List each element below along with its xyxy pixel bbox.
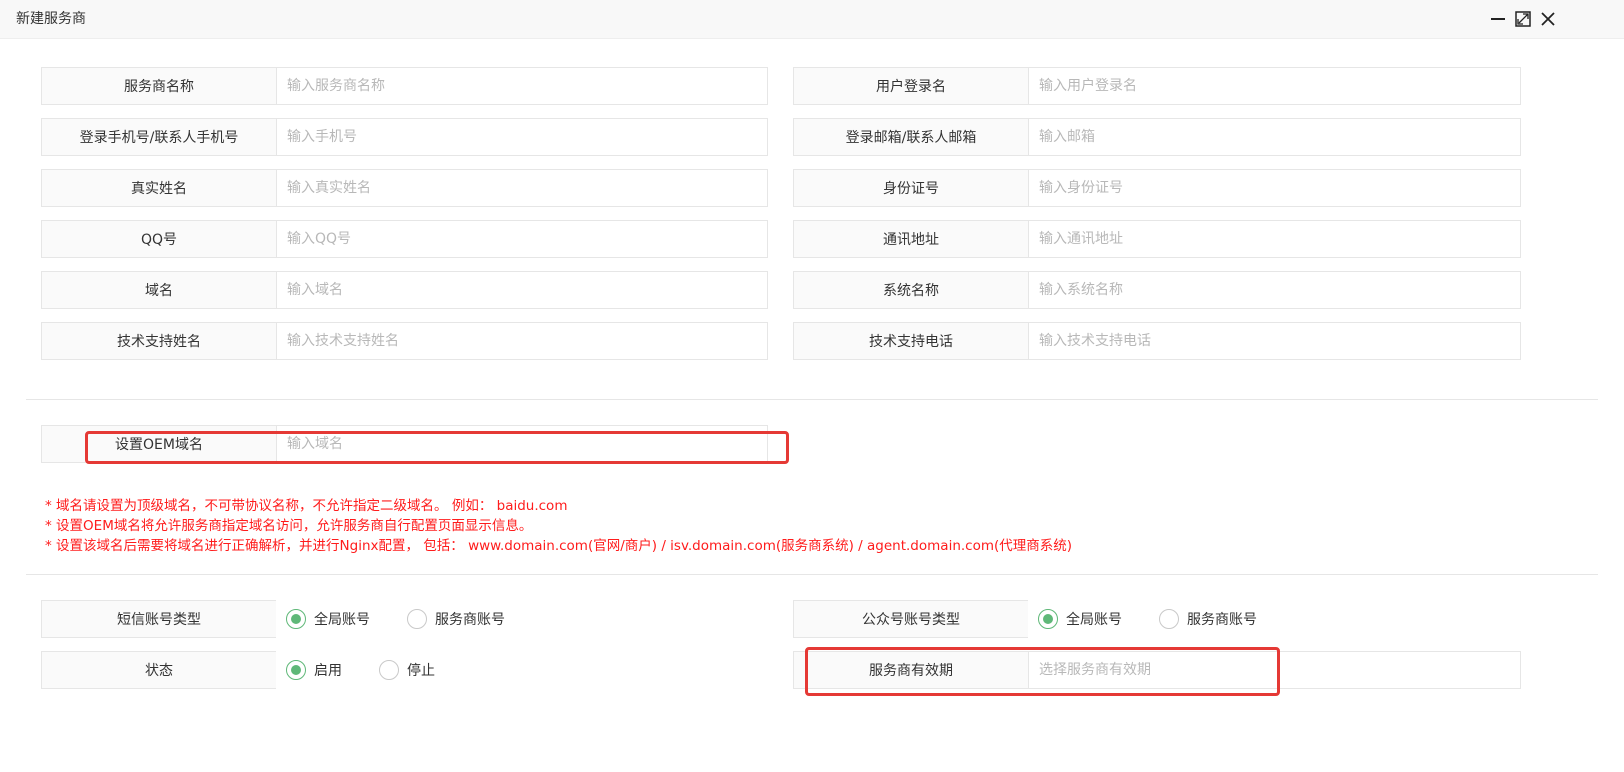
radio-checked-icon bbox=[1038, 609, 1058, 629]
field-label: 公众号账号类型 bbox=[793, 600, 1028, 638]
address-input[interactable] bbox=[1029, 221, 1520, 257]
sms-account-type-radio-group: 全局账号 服务商账号 bbox=[276, 600, 768, 638]
field-label: 域名 bbox=[41, 271, 276, 309]
status-stopped-radio[interactable]: 停止 bbox=[379, 660, 435, 680]
oem-note: * 设置该域名后需要将域名进行正确解析，并进行Nginx配置， 包括： www.… bbox=[45, 538, 1073, 554]
field-wrapper bbox=[276, 118, 768, 156]
row-support-name: 技术支持姓名 bbox=[41, 322, 768, 360]
row-mp-account-type: 公众号账号类型 全局账号 服务商账号 bbox=[793, 600, 1521, 638]
field-label: 通讯地址 bbox=[793, 220, 1028, 258]
field-label: 设置OEM域名 bbox=[41, 425, 276, 463]
qq-input[interactable] bbox=[277, 221, 767, 257]
row-domain: 域名 bbox=[41, 271, 768, 309]
mp-provider-account-radio[interactable]: 服务商账号 bbox=[1159, 609, 1257, 629]
field-label: 服务商有效期 bbox=[793, 651, 1028, 689]
row-address: 通讯地址 bbox=[793, 220, 1521, 258]
row-login-username: 用户登录名 bbox=[793, 67, 1521, 105]
mp-global-account-radio[interactable]: 全局账号 bbox=[1038, 609, 1122, 629]
field-wrapper bbox=[1028, 67, 1521, 105]
field-wrapper bbox=[1028, 651, 1521, 689]
field-wrapper bbox=[276, 271, 768, 309]
radio-unchecked-icon bbox=[1159, 609, 1179, 629]
field-label: 技术支持电话 bbox=[793, 322, 1028, 360]
row-real-name: 真实姓名 bbox=[41, 169, 768, 207]
maximize-icon[interactable] bbox=[1514, 10, 1532, 28]
section-divider bbox=[26, 574, 1598, 575]
sms-provider-account-radio[interactable]: 服务商账号 bbox=[407, 609, 505, 629]
field-label: 系统名称 bbox=[793, 271, 1028, 309]
field-wrapper bbox=[1028, 118, 1521, 156]
field-wrapper bbox=[1028, 271, 1521, 309]
field-wrapper bbox=[276, 322, 768, 360]
radio-label: 启用 bbox=[314, 663, 342, 679]
radio-label: 全局账号 bbox=[314, 612, 370, 628]
oem-note: * 域名请设置为顶级域名，不可带协议名称，不允许指定二级域名。 例如： baid… bbox=[45, 498, 568, 514]
status-enabled-radio[interactable]: 启用 bbox=[286, 660, 342, 680]
field-wrapper bbox=[276, 169, 768, 207]
radio-unchecked-icon bbox=[379, 660, 399, 680]
dialog-title: 新建服务商 bbox=[16, 11, 86, 27]
field-wrapper bbox=[276, 220, 768, 258]
dialog-titlebar: 新建服务商 bbox=[0, 0, 1624, 39]
field-label: 登录邮箱/联系人邮箱 bbox=[793, 118, 1028, 156]
mp-account-type-radio-group: 全局账号 服务商账号 bbox=[1028, 600, 1521, 638]
row-sms-account-type: 短信账号类型 全局账号 服务商账号 bbox=[41, 600, 768, 638]
support-phone-input[interactable] bbox=[1029, 323, 1520, 359]
field-wrapper bbox=[1028, 220, 1521, 258]
row-status: 状态 启用 停止 bbox=[41, 651, 768, 689]
field-label: QQ号 bbox=[41, 220, 276, 258]
field-label: 登录手机号/联系人手机号 bbox=[41, 118, 276, 156]
oem-notes: * 域名请设置为顶级域名，不可带协议名称，不允许指定二级域名。 例如： baid… bbox=[45, 496, 1072, 556]
oem-note: * 设置OEM域名将允许服务商指定域名访问，允许服务商自行配置页面显示信息。 bbox=[45, 518, 533, 534]
radio-label: 全局账号 bbox=[1066, 612, 1122, 628]
row-oem-domain: 设置OEM域名 bbox=[41, 425, 768, 463]
field-label: 技术支持姓名 bbox=[41, 322, 276, 360]
row-support-phone: 技术支持电话 bbox=[793, 322, 1521, 360]
support-name-input[interactable] bbox=[277, 323, 767, 359]
provider-expiry-date-input[interactable] bbox=[1029, 652, 1520, 688]
row-phone: 登录手机号/联系人手机号 bbox=[41, 118, 768, 156]
field-label: 用户登录名 bbox=[793, 67, 1028, 105]
row-id-number: 身份证号 bbox=[793, 169, 1521, 207]
email-input[interactable] bbox=[1029, 119, 1520, 155]
row-email: 登录邮箱/联系人邮箱 bbox=[793, 118, 1521, 156]
row-qq: QQ号 bbox=[41, 220, 768, 258]
close-icon[interactable] bbox=[1539, 10, 1557, 28]
row-system-name: 系统名称 bbox=[793, 271, 1521, 309]
field-label: 身份证号 bbox=[793, 169, 1028, 207]
system-name-input[interactable] bbox=[1029, 272, 1520, 308]
radio-checked-icon bbox=[286, 609, 306, 629]
radio-label: 服务商账号 bbox=[435, 612, 505, 628]
status-radio-group: 启用 停止 bbox=[276, 651, 768, 689]
radio-label: 停止 bbox=[407, 663, 435, 679]
field-label: 状态 bbox=[41, 651, 276, 689]
field-wrapper bbox=[276, 67, 768, 105]
field-wrapper bbox=[1028, 322, 1521, 360]
field-wrapper bbox=[276, 425, 768, 463]
service-provider-name-input[interactable] bbox=[277, 68, 767, 104]
row-service-provider-name: 服务商名称 bbox=[41, 67, 768, 105]
field-label: 真实姓名 bbox=[41, 169, 276, 207]
field-wrapper bbox=[1028, 169, 1521, 207]
radio-unchecked-icon bbox=[407, 609, 427, 629]
real-name-input[interactable] bbox=[277, 170, 767, 206]
radio-checked-icon bbox=[286, 660, 306, 680]
sms-global-account-radio[interactable]: 全局账号 bbox=[286, 609, 370, 629]
field-label: 服务商名称 bbox=[41, 67, 276, 105]
login-username-input[interactable] bbox=[1029, 68, 1520, 104]
domain-input[interactable] bbox=[277, 272, 767, 308]
oem-domain-input[interactable] bbox=[277, 426, 767, 462]
phone-input[interactable] bbox=[277, 119, 767, 155]
minimize-icon[interactable] bbox=[1489, 10, 1507, 28]
radio-label: 服务商账号 bbox=[1187, 612, 1257, 628]
row-provider-expiry: 服务商有效期 bbox=[793, 651, 1521, 689]
field-label: 短信账号类型 bbox=[41, 600, 276, 638]
section-divider bbox=[26, 399, 1598, 400]
id-number-input[interactable] bbox=[1029, 170, 1520, 206]
